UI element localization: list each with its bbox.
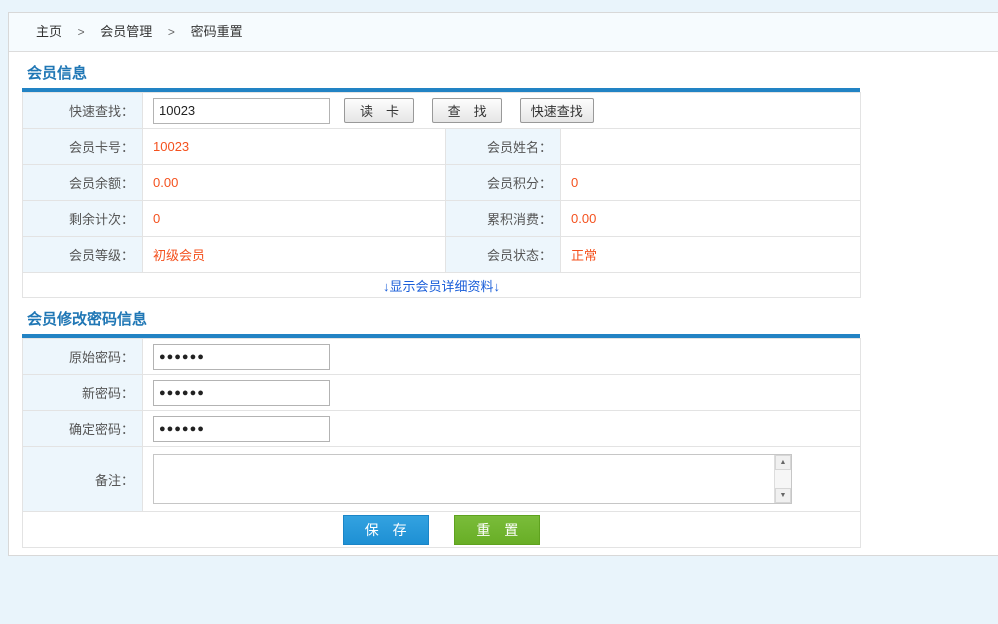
table-row: 确定密码： xyxy=(23,411,861,447)
remark-textarea-wrap: ▲ ▼ xyxy=(153,454,792,504)
quick-find-label: 快速查找： xyxy=(23,93,143,129)
actions-row: 保 存 重 置 xyxy=(23,512,861,548)
table-row: 会员余额： 0.00 会员积分： 0 xyxy=(23,165,861,201)
original-password-label: 原始密码： xyxy=(23,339,143,375)
member-info-title: 会员信息 xyxy=(27,62,998,83)
confirm-password-field[interactable] xyxy=(153,416,330,442)
card-number-label: 会员卡号： xyxy=(23,129,143,165)
scroll-down-icon[interactable]: ▼ xyxy=(775,488,791,503)
points-value: 0 xyxy=(561,165,861,201)
save-button[interactable]: 保 存 xyxy=(343,515,429,545)
table-row: 剩余计次： 0 累积消费： 0.00 xyxy=(23,201,861,237)
detail-link-row: ↓显示会员详细资料↓ xyxy=(23,273,861,298)
password-section-title: 会员修改密码信息 xyxy=(27,308,998,329)
remaining-times-label: 剩余计次： xyxy=(23,201,143,237)
new-password-cell xyxy=(143,375,861,411)
remark-cell: ▲ ▼ xyxy=(143,447,861,512)
remark-label: 备注： xyxy=(23,447,143,512)
remark-row: 备注： ▲ ▼ xyxy=(23,447,861,512)
breadcrumb-member-management[interactable]: 会员管理 xyxy=(100,24,152,39)
new-password-field[interactable] xyxy=(153,380,330,406)
show-member-detail-link[interactable]: ↓显示会员详细资料↓ xyxy=(383,279,500,294)
textarea-scrollbar[interactable]: ▲ ▼ xyxy=(774,455,791,503)
member-level-value: 初级会员 xyxy=(143,237,446,273)
table-row: 新密码： xyxy=(23,375,861,411)
quick-find-button[interactable]: 快速查找 xyxy=(520,98,594,123)
table-row: 原始密码： xyxy=(23,339,861,375)
member-info-table: 快速查找： 读 卡 查 找 快速查找 会员卡号： 10023 会员姓名： 会员余… xyxy=(22,92,861,298)
new-password-label: 新密码： xyxy=(23,375,143,411)
total-consumption-label: 累积消费： xyxy=(446,201,561,237)
password-table: 原始密码： 新密码： 确定密码： 备注： ▲ xyxy=(22,338,861,548)
reset-button[interactable]: 重 置 xyxy=(454,515,540,545)
remark-textarea[interactable] xyxy=(154,455,774,503)
breadcrumb-password-reset: 密码重置 xyxy=(191,24,243,39)
breadcrumb-separator: > xyxy=(168,25,175,39)
scroll-up-icon[interactable]: ▲ xyxy=(775,455,791,470)
table-row: 会员卡号： 10023 会员姓名： xyxy=(23,129,861,165)
original-password-cell xyxy=(143,339,861,375)
main-panel: 主页 > 会员管理 > 密码重置 会员信息 快速查找： 读 卡 查 找 快速查找… xyxy=(8,12,998,556)
quick-find-input[interactable] xyxy=(153,98,330,124)
confirm-password-label: 确定密码： xyxy=(23,411,143,447)
points-label: 会员积分： xyxy=(446,165,561,201)
original-password-field[interactable] xyxy=(153,344,330,370)
balance-label: 会员余额： xyxy=(23,165,143,201)
member-status-value: 正常 xyxy=(561,237,861,273)
member-name-label: 会员姓名： xyxy=(446,129,561,165)
breadcrumb: 主页 > 会员管理 > 密码重置 xyxy=(9,13,998,52)
table-row: 会员等级： 初级会员 会员状态： 正常 xyxy=(23,237,861,273)
read-card-button[interactable]: 读 卡 xyxy=(344,98,414,123)
balance-value: 0.00 xyxy=(143,165,446,201)
member-name-value xyxy=(561,129,861,165)
remaining-times-value: 0 xyxy=(143,201,446,237)
breadcrumb-separator: > xyxy=(78,25,85,39)
card-number-value: 10023 xyxy=(143,129,446,165)
total-consumption-value: 0.00 xyxy=(561,201,861,237)
quick-find-row: 快速查找： 读 卡 查 找 快速查找 xyxy=(23,93,861,129)
breadcrumb-home[interactable]: 主页 xyxy=(36,24,62,39)
member-status-label: 会员状态： xyxy=(446,237,561,273)
member-level-label: 会员等级： xyxy=(23,237,143,273)
search-button[interactable]: 查 找 xyxy=(432,98,502,123)
quick-find-cell: 读 卡 查 找 快速查找 xyxy=(143,93,861,129)
confirm-password-cell xyxy=(143,411,861,447)
